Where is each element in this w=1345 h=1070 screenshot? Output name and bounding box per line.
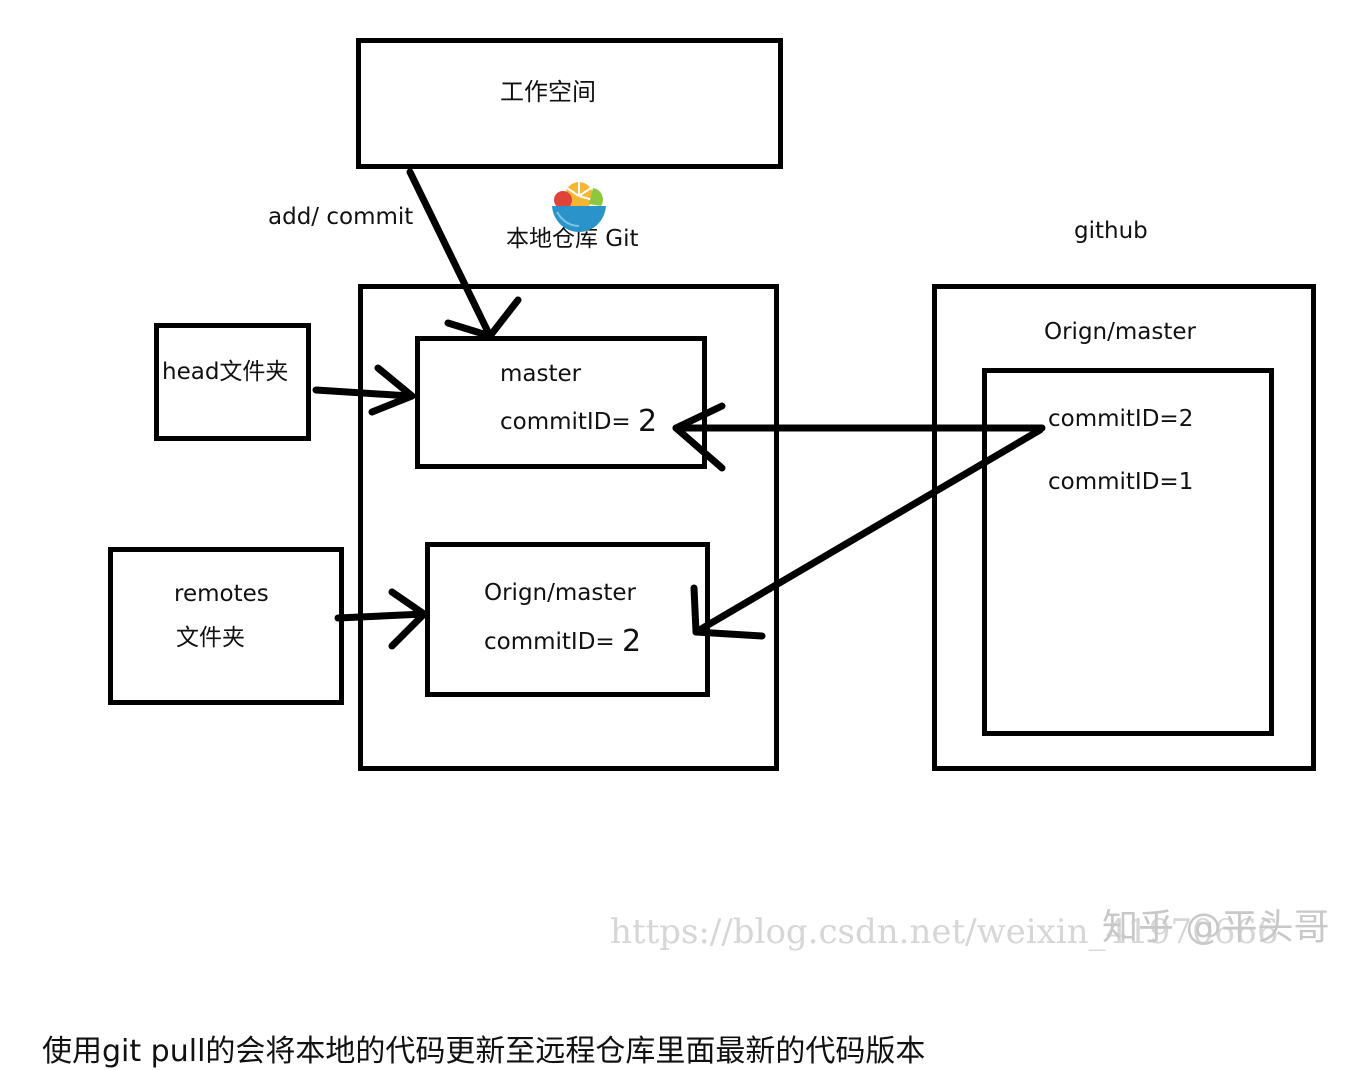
remote-origin-master-title: Orign/master (1044, 319, 1196, 345)
local-origin-master-box (425, 542, 710, 697)
local-origin-master-name: Orign/master (484, 580, 636, 606)
remotes-folder-line2: 文件夹 (176, 625, 245, 651)
remotes-folder-line1: remotes (174, 581, 269, 607)
local-origin-master-commit: commitID= 2 (484, 624, 641, 660)
head-folder-label: head文件夹 (162, 359, 289, 385)
local-origin-master-commit-prefix: commitID= (484, 629, 615, 655)
local-master-commit-prefix: commitID= (500, 409, 631, 435)
local-master-commit: commitID= 2 (500, 404, 657, 440)
local-master-name: master (500, 361, 582, 387)
local-master-box (415, 336, 707, 469)
github-label: github (1074, 218, 1148, 244)
caption-text: 使用git pull的会将本地的代码更新至远程仓库里面最新的代码版本 (42, 1034, 926, 1069)
remote-commit-1: commitID=2 (1048, 406, 1194, 432)
add-commit-label: add/ commit (268, 204, 414, 230)
fruit-bowl-icon (552, 182, 606, 232)
local-origin-master-commit-value: 2 (622, 624, 642, 659)
workspace-label: 工作空间 (500, 78, 596, 106)
remote-commit-2: commitID=1 (1048, 469, 1194, 495)
zhihu-watermark: 知乎 @平头哥 (1102, 907, 1330, 948)
local-master-commit-value: 2 (638, 404, 658, 439)
